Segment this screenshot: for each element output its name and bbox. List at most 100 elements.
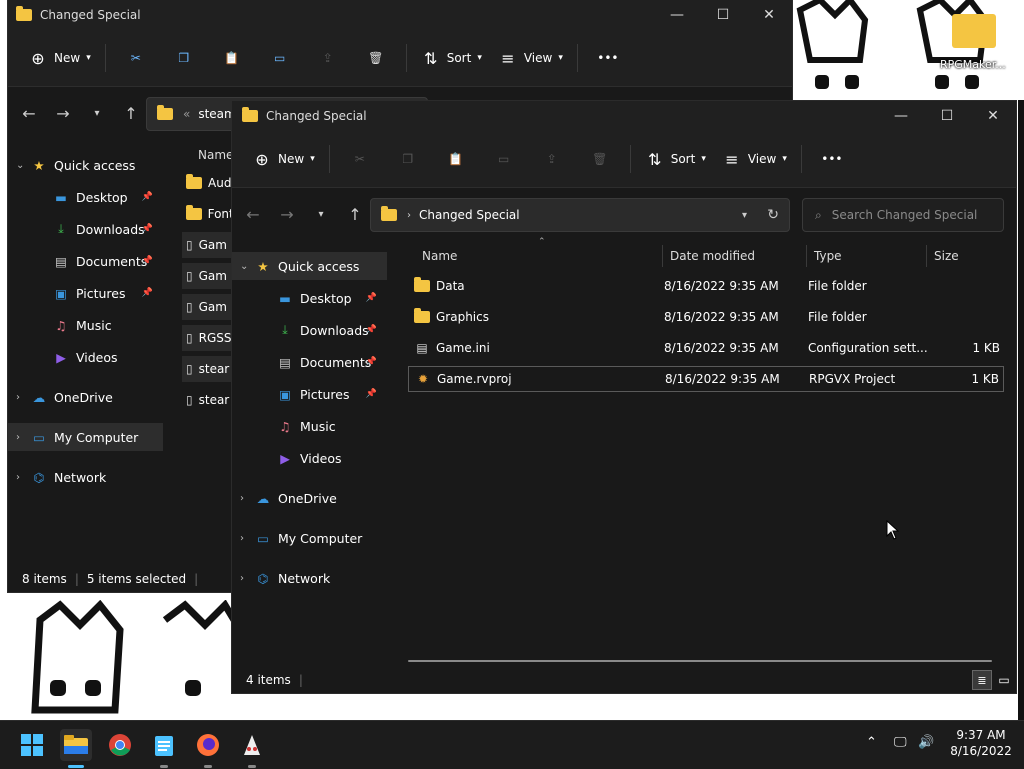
chevron-right-icon[interactable]: › <box>16 432 30 443</box>
column-header-size[interactable]: Size <box>934 241 959 271</box>
title-bar[interactable]: Changed Special — ☐ ✕ <box>8 0 792 30</box>
star-icon: ★ <box>257 258 269 274</box>
nav-item-onedrive[interactable]: › ☁ OneDrive <box>8 383 163 411</box>
clock[interactable]: 9:37 AM 8/16/2022 <box>946 727 1016 759</box>
forward-arrow-icon[interactable]: → <box>270 199 304 229</box>
nav-item-desktop[interactable]: ▬ Desktop 📌 <box>8 183 163 211</box>
command-bar: ⊕ New ▾ ✂ ❐ 📋 ▭ ⇪ 🗑 ⇅ Sort ▾ ≡ View ▾ ••… <box>232 131 1016 188</box>
firefox-icon[interactable] <box>192 729 224 761</box>
tiles-view-icon[interactable]: ▭ <box>996 672 1012 688</box>
copy-icon[interactable]: ❐ <box>384 143 432 175</box>
file-row[interactable]: Data 8/16/2022 9:35 AM File folder <box>408 273 1004 299</box>
new-button[interactable]: ⊕ New ▾ <box>20 42 99 74</box>
minimize-button[interactable]: — <box>878 101 924 131</box>
file-row[interactable]: Graphics 8/16/2022 9:35 AM File folder <box>408 304 1004 330</box>
nav-item-my-computer[interactable]: › ▭ My Computer <box>8 423 163 451</box>
start-icon[interactable] <box>16 729 48 761</box>
paste-icon[interactable]: 📋 <box>432 143 480 175</box>
horizontal-scrollbar[interactable] <box>408 660 992 662</box>
file-row[interactable]: ▤ Game.ini 8/16/2022 9:35 AM Configuration … <box>408 335 1004 361</box>
minimize-button[interactable]: — <box>654 0 700 30</box>
chevron-right-icon[interactable]: › <box>240 573 254 584</box>
search-box[interactable]: ⌕ Search Changed Special <box>802 198 1004 232</box>
nav-item-music[interactable]: ♫ Music <box>8 311 163 339</box>
folder-icon <box>16 6 32 21</box>
nav-item-my-computer[interactable]: › ▭ My Computer <box>232 524 387 552</box>
desktop-folder-rpgmaker[interactable]: RPGMaker... <box>940 8 1010 78</box>
maximize-button[interactable]: ☐ <box>700 0 746 30</box>
more-options-icon[interactable]: ••• <box>584 42 632 74</box>
nav-item-network[interactable]: › ⌬ Network <box>232 564 387 592</box>
address-dropdown-icon[interactable]: ▾ <box>742 210 747 221</box>
new-button[interactable]: ⊕ New ▾ <box>244 143 323 175</box>
front-explorer-window[interactable]: Changed Special — ☐ ✕ ⊕ New ▾ ✂ ❐ 📋 ▭ ⇪ … <box>232 101 1016 693</box>
nav-item-pictures[interactable]: ▣ Pictures 📌 <box>8 279 163 307</box>
recent-chevron-icon[interactable]: ▾ <box>304 199 338 229</box>
more-options-icon[interactable]: ••• <box>808 143 856 175</box>
view-button[interactable]: ≡ View ▾ <box>490 42 571 74</box>
chevron-right-icon[interactable]: › <box>240 533 254 544</box>
chrome-icon[interactable] <box>104 729 136 761</box>
column-header-name[interactable]: Name <box>198 140 233 170</box>
delete-icon[interactable]: 🗑 <box>352 42 400 74</box>
chevron-right-icon[interactable]: › <box>16 472 30 483</box>
share-icon[interactable]: ⇪ <box>304 42 352 74</box>
file-icon: ▯ <box>186 331 193 345</box>
rpgmaker-icon[interactable] <box>236 729 268 761</box>
cut-icon[interactable]: ✂ <box>336 143 384 175</box>
notepad-icon[interactable] <box>148 729 180 761</box>
file-explorer-icon[interactable] <box>60 729 92 761</box>
chevron-down-icon[interactable]: ⌄ <box>16 160 30 171</box>
nav-item-downloads[interactable]: ⤓ Downloads 📌 <box>8 215 163 243</box>
volume-icon[interactable]: 🔊 <box>918 735 934 750</box>
show-hidden-icons-icon[interactable]: ⌃ <box>866 735 877 750</box>
folder-icon <box>381 206 397 221</box>
nav-item-pictures[interactable]: ▣ Pictures 📌 <box>232 380 387 408</box>
nav-item-videos[interactable]: ▶ Videos <box>8 343 163 371</box>
column-header-type[interactable]: Type <box>814 241 842 271</box>
paste-icon[interactable]: 📋 <box>208 42 256 74</box>
title-bar[interactable]: Changed Special — ☐ ✕ <box>232 101 1016 131</box>
column-header-name[interactable]: Name <box>422 241 457 271</box>
nav-item-documents[interactable]: ▤ Documents 📌 <box>232 348 387 376</box>
rename-icon[interactable]: ▭ <box>480 143 528 175</box>
column-header-date[interactable]: Date modified <box>670 241 755 271</box>
share-icon[interactable]: ⇪ <box>528 143 576 175</box>
refresh-icon[interactable]: ↻ <box>767 207 779 223</box>
copy-icon[interactable]: ❐ <box>160 42 208 74</box>
nav-item-music[interactable]: ♫ Music <box>232 412 387 440</box>
nav-item-downloads[interactable]: ⤓ Downloads 📌 <box>232 316 387 344</box>
nav-item-desktop[interactable]: ▬ Desktop 📌 <box>232 284 387 312</box>
nav-item-quick-access[interactable]: ⌄ ★ Quick access <box>8 151 163 179</box>
chevron-right-icon[interactable]: › <box>16 392 30 403</box>
maximize-button[interactable]: ☐ <box>924 101 970 131</box>
file-name: Game.rvproj <box>437 372 512 386</box>
file-name: Gam <box>198 269 227 283</box>
nav-item-onedrive[interactable]: › ☁ OneDrive <box>232 484 387 512</box>
recent-chevron-icon[interactable]: ▾ <box>80 98 114 128</box>
sort-button[interactable]: ⇅ Sort ▾ <box>637 143 714 175</box>
network-status-icon[interactable]: 🖵 <box>894 735 907 750</box>
close-button[interactable]: ✕ <box>970 101 1016 131</box>
nav-item-network[interactable]: › ⌬ Network <box>8 463 163 491</box>
sort-button[interactable]: ⇅ Sort ▾ <box>413 42 490 74</box>
forward-arrow-icon[interactable]: → <box>46 98 80 128</box>
chevron-right-icon[interactable]: › <box>240 493 254 504</box>
chevron-down-icon[interactable]: ⌄ <box>240 261 254 272</box>
back-arrow-icon[interactable]: ← <box>12 98 46 128</box>
cut-icon[interactable]: ✂ <box>112 42 160 74</box>
delete-icon[interactable]: 🗑 <box>576 143 624 175</box>
nav-item-documents[interactable]: ▤ Documents 📌 <box>8 247 163 275</box>
address-bar[interactable]: › Changed Special ▾ ↻ <box>370 198 790 232</box>
up-arrow-icon[interactable]: ↑ <box>338 199 372 229</box>
file-row[interactable]: ✹ Game.rvproj 8/16/2022 9:35 AM RPGVX Proje… <box>408 366 1004 392</box>
back-arrow-icon[interactable]: ← <box>236 199 270 229</box>
details-view-icon[interactable]: ≣ <box>972 670 992 690</box>
up-arrow-icon[interactable]: ↑ <box>114 98 148 128</box>
nav-item-quick-access[interactable]: ⌄ ★ Quick access <box>232 252 387 280</box>
nav-item-videos[interactable]: ▶ Videos <box>232 444 387 472</box>
file-name: Game.ini <box>436 341 490 355</box>
view-button[interactable]: ≡ View ▾ <box>714 143 795 175</box>
rename-icon[interactable]: ▭ <box>256 42 304 74</box>
close-button[interactable]: ✕ <box>746 0 792 30</box>
